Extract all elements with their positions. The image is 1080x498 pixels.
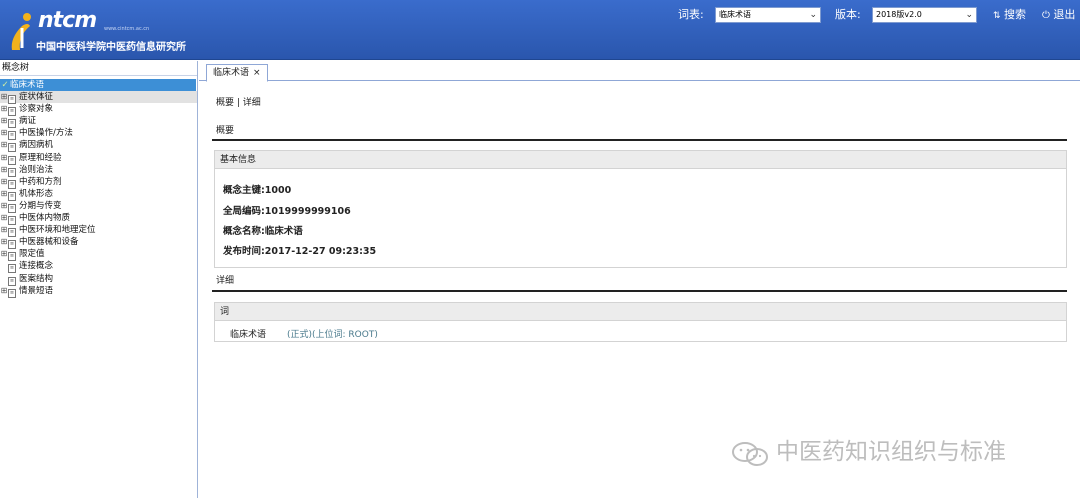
tree-item[interactable]: ≡ 医案结构 bbox=[0, 273, 197, 286]
tree-root-label: 临床术语 bbox=[10, 80, 45, 90]
term-box-title: 词 bbox=[215, 303, 1066, 321]
term-box: 词 临床术语 (正式)(上位词: ROOT) bbox=[214, 302, 1067, 342]
term-name: 临床术语 bbox=[230, 330, 267, 340]
tree-item[interactable]: ⊞ ≡ 原理和经验 bbox=[0, 152, 197, 165]
expand-icon[interactable]: ⊞ bbox=[0, 236, 8, 248]
expand-icon[interactable]: ⊞ bbox=[0, 164, 8, 176]
tree-item-label: 连接概念 bbox=[19, 261, 54, 272]
tree-item[interactable]: ⊞ ≡ 中医体内物质 bbox=[0, 212, 197, 226]
tree-item[interactable]: ⊞ ≡ 中医操作/方法 bbox=[0, 127, 197, 141]
power-icon: ⏻ bbox=[1042, 10, 1050, 21]
tree-item-label: 分期与传变 bbox=[19, 200, 62, 211]
tree-item[interactable]: ⊞ ≡ 诊察对象 bbox=[0, 103, 197, 117]
logo-word: ntcm bbox=[38, 8, 97, 33]
concept-tree-panel: 概念树 ✓临床术语 ⊞ ≡ 症状体征 ⊞ ≡ 诊察对象 ⊞ ≡ 病证 ⊞ ≡ 中医操作/方法 ⊞ ≡ 病因病… bbox=[0, 61, 198, 498]
logout-label: 退出 bbox=[1053, 8, 1076, 21]
summary-divider bbox=[212, 139, 1067, 141]
logout-button[interactable]: ⏻ 退出 bbox=[1042, 7, 1075, 23]
expand-icon[interactable]: ⊞ bbox=[0, 139, 8, 151]
version-select[interactable]: 2018版v2.0 ⌄ bbox=[872, 7, 977, 23]
search-label: 搜索 bbox=[1004, 8, 1027, 21]
expand-icon[interactable]: ⊞ bbox=[0, 248, 8, 260]
expand-icon[interactable]: ⊞ bbox=[0, 127, 8, 139]
expand-icon[interactable]: ⊞ bbox=[0, 176, 8, 188]
breadcrumb[interactable]: 概要 | 详细 bbox=[216, 95, 261, 108]
expand-icon[interactable]: ⊞ bbox=[0, 200, 8, 212]
publish-time: 发布时间:2017-12-27 09:23:35 bbox=[223, 246, 377, 257]
app-header: ntcm www.cintcm.ac.cn 中国中医科学院中医药信息研究所 词表… bbox=[0, 0, 1080, 60]
tree-item[interactable]: ⊞ ≡ 情景短语 bbox=[0, 285, 197, 298]
tree-item-label: 中医操作/方法 bbox=[19, 128, 73, 139]
concept-name: 概念名称:临床术语 bbox=[223, 226, 303, 237]
tree-item-label: 病因病机 bbox=[19, 140, 54, 151]
wechat-icon bbox=[732, 442, 768, 466]
tree-item-label: 医案结构 bbox=[19, 273, 54, 284]
tree-item-label: 症状体征 bbox=[19, 92, 54, 103]
summary-title: 概要 bbox=[216, 126, 235, 136]
detail-title: 详细 bbox=[216, 276, 235, 286]
tree-item[interactable]: ⊞ ≡ 病因病机 bbox=[0, 139, 197, 153]
search-icon: ⇅ bbox=[993, 11, 1001, 21]
tree-item-label: 情景短语 bbox=[19, 285, 54, 296]
watermark-text: 中医药知识组织与标准 bbox=[776, 439, 1006, 465]
vocab-select-value: 临床术语 bbox=[719, 10, 751, 19]
tree-item[interactable]: ⊞ ≡ 症状体征 bbox=[0, 91, 197, 105]
expand-icon[interactable]: ⊞ bbox=[0, 188, 8, 200]
tree-item-label: 中医器械和设备 bbox=[19, 237, 79, 248]
tree-item[interactable]: ⊞ ≡ 限定值 bbox=[0, 248, 197, 262]
logo: ntcm www.cintcm.ac.cn 中国中医科学院中医药信息研究所 bbox=[8, 6, 208, 54]
chevron-down-icon: ⌄ bbox=[809, 10, 817, 20]
basic-info-box: 基本信息 概念主键:1000 全局编码:1019999999106 概念名称:临… bbox=[214, 150, 1067, 268]
expand-icon[interactable]: ⊞ bbox=[0, 103, 8, 115]
tree-item-label: 机体形态 bbox=[19, 188, 54, 199]
detail-divider bbox=[212, 290, 1067, 292]
expand-icon[interactable]: ⊞ bbox=[0, 212, 8, 224]
tree-item[interactable]: ⊞ ≡ 治则治法 bbox=[0, 164, 197, 177]
tree-item-label: 原理和经验 bbox=[19, 152, 62, 163]
org-name: 中国中医科学院中医药信息研究所 bbox=[36, 42, 186, 53]
tree-item[interactable]: ⊞ ≡ 中药和方剂 bbox=[0, 176, 197, 189]
tree-item-label: 中药和方剂 bbox=[19, 176, 62, 187]
expand-icon[interactable]: ⊞ bbox=[0, 152, 8, 164]
tree-item[interactable]: ⊞ ≡ 机体形态 bbox=[0, 188, 197, 201]
tree-item[interactable]: ⊞ ≡ 病证 bbox=[0, 115, 197, 129]
tree-root[interactable]: ✓临床术语 bbox=[0, 79, 196, 92]
content-panel: 临床术语 × 概要 | 详细 概要 基本信息 概念主键:1000 全局编码:101… bbox=[199, 61, 1080, 498]
tree-item-label: 中医体内物质 bbox=[19, 213, 71, 224]
version-label: 版本: bbox=[835, 8, 861, 21]
tab-clinical-terms[interactable]: 临床术语 × bbox=[206, 64, 268, 82]
version-select-value: 2018版v2.0 bbox=[876, 10, 922, 19]
tree-item-label: 诊察对象 bbox=[19, 104, 54, 115]
vocab-select[interactable]: 临床术语 ⌄ bbox=[715, 7, 821, 23]
expand-icon[interactable]: ⊞ bbox=[0, 115, 8, 127]
logo-mark-icon bbox=[11, 13, 31, 50]
search-button[interactable]: ⇅ 搜索 bbox=[993, 7, 1026, 23]
concept-key: 概念主键:1000 bbox=[223, 185, 292, 196]
basic-info-title: 基本信息 bbox=[215, 151, 1066, 169]
check-icon: ✓ bbox=[1, 80, 9, 90]
vocab-label: 词表: bbox=[678, 8, 704, 21]
expand-icon[interactable]: ⊞ bbox=[0, 91, 8, 103]
expand-icon[interactable]: ⊞ bbox=[0, 224, 8, 236]
tree-item-label: 限定值 bbox=[19, 249, 45, 260]
close-icon[interactable]: × bbox=[253, 68, 261, 78]
tree-item[interactable]: ⊞ ≡ 中医器械和设备 bbox=[0, 236, 197, 250]
tree-item-label: 病证 bbox=[19, 116, 37, 127]
tab-label: 临床术语 bbox=[213, 68, 250, 78]
tab-bar: 临床术语 × bbox=[199, 61, 1080, 82]
tree-item[interactable]: ⊞ ≡ 中医环境和地理定位 bbox=[0, 224, 197, 238]
term-meta: (正式)(上位词: ROOT) bbox=[287, 330, 378, 340]
concept-tree: ✓临床术语 ⊞ ≡ 症状体征 ⊞ ≡ 诊察对象 ⊞ ≡ 病证 ⊞ ≡ 中医操作/方法 ⊞ ≡ 病因病机 ⊞ ≡ 原… bbox=[0, 76, 197, 298]
expand-icon[interactable]: ⊞ bbox=[0, 285, 8, 297]
concept-tree-title: 概念树 bbox=[0, 61, 197, 76]
tree-item[interactable]: ≡ 连接概念 bbox=[0, 260, 197, 274]
document-icon: ≡ bbox=[8, 288, 16, 298]
logo-url: www.cintcm.ac.cn bbox=[104, 26, 150, 32]
global-code: 全局编码:1019999999106 bbox=[223, 206, 351, 217]
tree-item[interactable]: ⊞ ≡ 分期与传变 bbox=[0, 200, 197, 213]
tree-item-label: 中医环境和地理定位 bbox=[19, 225, 96, 236]
tree-item-label: 治则治法 bbox=[19, 164, 54, 175]
chevron-down-icon: ⌄ bbox=[965, 10, 973, 20]
